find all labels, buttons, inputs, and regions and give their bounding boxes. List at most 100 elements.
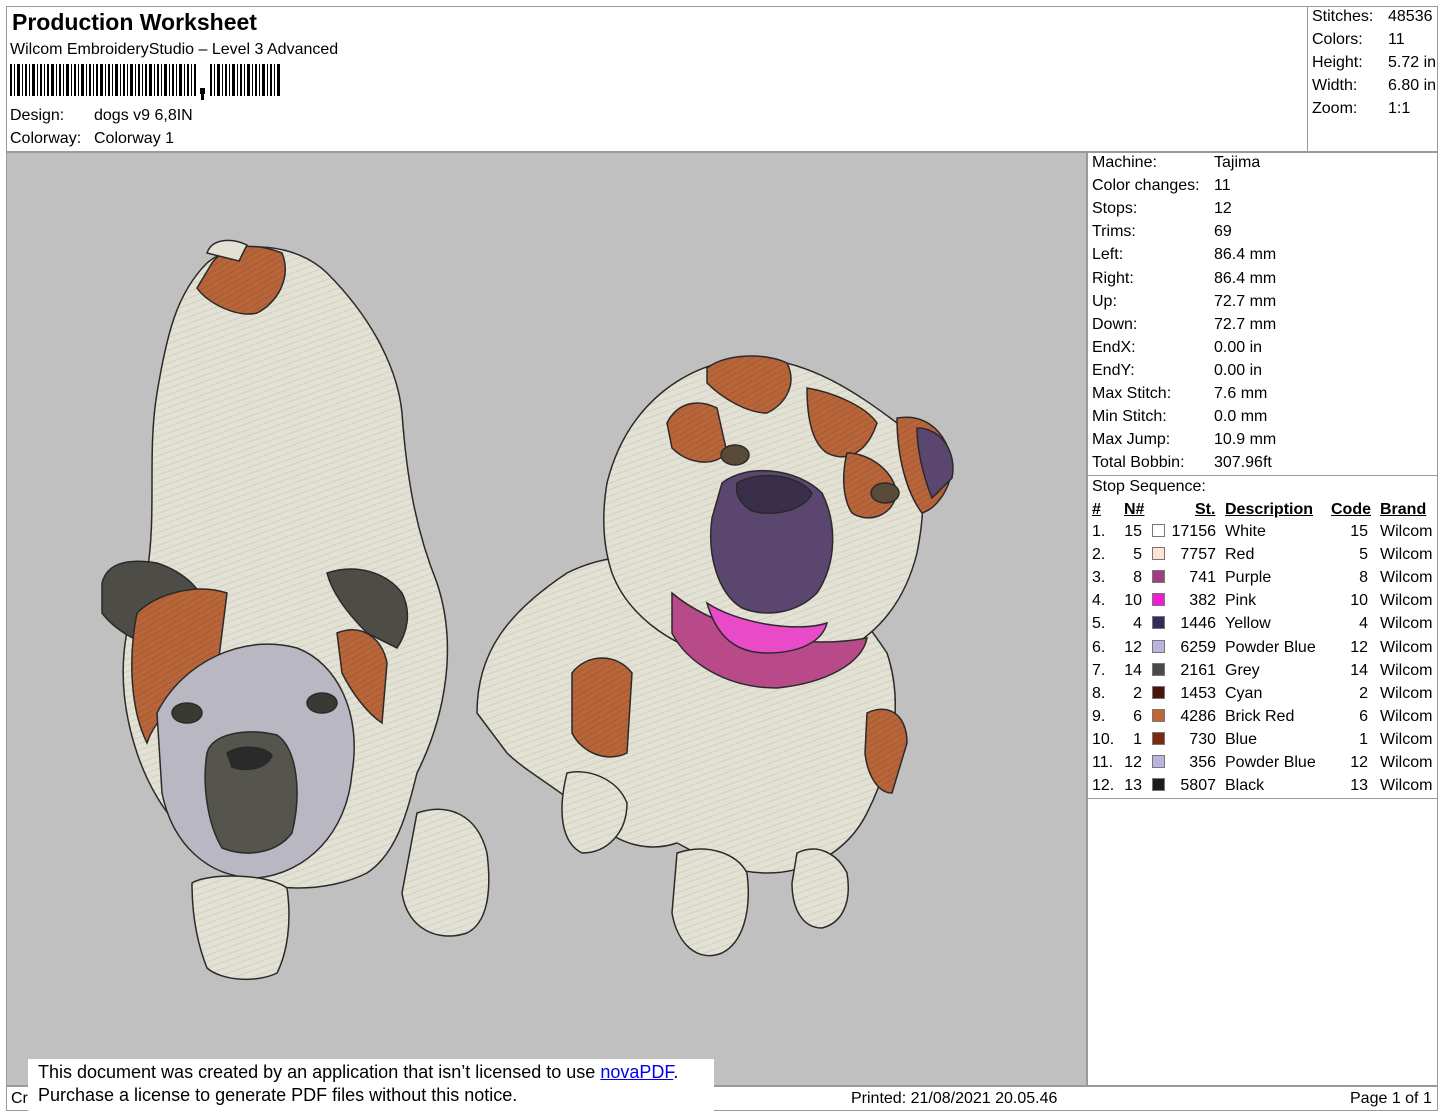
thread-description: Blue bbox=[1225, 730, 1258, 748]
thread-code: 4 bbox=[1359, 615, 1368, 633]
stitch-count: 4286 bbox=[1180, 707, 1216, 725]
info-value: 7.6 mm bbox=[1214, 385, 1268, 402]
info-label: Min Stitch: bbox=[1092, 408, 1167, 426]
thread-brand: Wilcom bbox=[1380, 592, 1433, 610]
machine-info-row: Trims: 69 bbox=[1092, 223, 1432, 241]
right-dog bbox=[476, 355, 954, 957]
stitch-count: 356 bbox=[1189, 754, 1216, 771]
seq-number: 3. bbox=[1092, 569, 1106, 587]
stitch-count: 7757 bbox=[1180, 546, 1216, 564]
stat-label: Zoom: bbox=[1312, 100, 1358, 117]
color-swatch bbox=[1152, 639, 1165, 653]
stitch-count: 1453 bbox=[1180, 684, 1216, 702]
color-swatch bbox=[1152, 593, 1165, 607]
thread-code: 15 bbox=[1350, 523, 1368, 540]
thread-brand: Wilcom bbox=[1380, 615, 1433, 633]
color-swatch bbox=[1152, 662, 1165, 676]
col-header-code: Code bbox=[1331, 501, 1371, 518]
notice-line-2: Purchase a license to generate PDF files… bbox=[38, 1085, 518, 1105]
info-value: 12 bbox=[1214, 200, 1232, 218]
thread-brand: Wilcom bbox=[1380, 569, 1433, 587]
needle-number: 2 bbox=[1133, 684, 1142, 702]
thread-description: Yellow bbox=[1225, 615, 1271, 633]
printed-date: Printed: 21/08/2021 20.05.46 bbox=[851, 1090, 1058, 1107]
needle-number: 8 bbox=[1133, 569, 1142, 587]
notice-line-1: This document was created by an applicat… bbox=[38, 1061, 704, 1084]
seq-number: 5. bbox=[1092, 615, 1106, 633]
thread-brand: Wilcom bbox=[1380, 777, 1433, 795]
thread-code: 13 bbox=[1350, 777, 1368, 795]
machine-info-row: Up: 72.7 mm bbox=[1092, 293, 1432, 311]
color-swatch bbox=[1152, 708, 1165, 722]
thread-brand: Wilcom bbox=[1380, 661, 1433, 679]
software-name: Wilcom EmbroideryStudio – Level 3 Advanc… bbox=[10, 41, 339, 58]
thread-description: Pink bbox=[1225, 592, 1257, 610]
color-swatch bbox=[1152, 685, 1165, 699]
machine-info-row: Down: 72.7 mm bbox=[1092, 316, 1432, 334]
thread-code: 12 bbox=[1350, 754, 1368, 771]
seq-number: 4. bbox=[1092, 592, 1106, 610]
stitch-count: 5807 bbox=[1180, 777, 1216, 795]
thread-description: White bbox=[1225, 523, 1266, 540]
info-value: 86.4 mm bbox=[1214, 269, 1277, 287]
footer-left-text: Cr bbox=[11, 1090, 28, 1107]
thread-brand: Wilcom bbox=[1380, 707, 1433, 725]
seq-number: 6. bbox=[1092, 638, 1106, 656]
col-header-brand: Brand bbox=[1380, 501, 1427, 518]
col-header-stitches: St. bbox=[1195, 501, 1216, 518]
seq-number: 7. bbox=[1092, 661, 1106, 679]
needle-number: 13 bbox=[1124, 777, 1142, 795]
stat-zoom: Zoom: 1:1 bbox=[1312, 100, 1437, 118]
col-header-description: Description bbox=[1225, 501, 1314, 518]
seq-number: 2. bbox=[1092, 546, 1106, 564]
stat-label: Colors: bbox=[1312, 31, 1363, 48]
design-row: Design: dogs v9 6,8IN bbox=[10, 107, 193, 125]
machine-info-row: Right: 86.4 mm bbox=[1092, 270, 1432, 288]
color-swatch bbox=[1152, 778, 1165, 792]
info-label: Color changes: bbox=[1092, 177, 1200, 195]
notice-text: This document was created by an applicat… bbox=[38, 1062, 601, 1082]
novapdf-link[interactable]: novaPDF bbox=[600, 1062, 673, 1082]
stat-height: Height: 5.72 in bbox=[1312, 54, 1437, 72]
machine-info-panel: Machine: Tajima Color changes: 11 Stops: 12 Tr… bbox=[1087, 152, 1438, 1086]
info-label: Left: bbox=[1092, 246, 1124, 264]
seq-number: 8. bbox=[1092, 684, 1106, 702]
notice-text: . bbox=[673, 1062, 679, 1082]
design-value: dogs v9 6,8IN bbox=[94, 107, 193, 124]
stop-sequence-title: Stop Sequence: bbox=[1092, 478, 1206, 495]
stat-value: 6.80 in bbox=[1388, 77, 1437, 94]
thread-brand: Wilcom bbox=[1380, 638, 1433, 656]
thread-description: Grey bbox=[1225, 661, 1260, 679]
needle-number: 5 bbox=[1133, 546, 1142, 564]
thread-brand: Wilcom bbox=[1380, 523, 1433, 540]
machine-info-row: Machine: Tajima bbox=[1092, 154, 1432, 172]
thread-brand: Wilcom bbox=[1380, 684, 1433, 702]
needle-number: 4 bbox=[1133, 615, 1142, 633]
machine-info-row: Max Jump: 10.9 mm bbox=[1092, 431, 1432, 449]
machine-info-row: Max Stitch: 7.6 mm bbox=[1092, 385, 1432, 403]
machine-info-row: EndX: 0.00 in bbox=[1092, 339, 1432, 357]
design-label: Design: bbox=[10, 107, 65, 124]
machine-info-row: Min Stitch: 0.0 mm bbox=[1092, 408, 1432, 426]
info-value: 0.0 mm bbox=[1214, 408, 1268, 426]
machine-info-row: Left: 86.4 mm bbox=[1092, 246, 1432, 264]
colorway-label: Colorway: bbox=[10, 130, 82, 147]
design-preview bbox=[6, 152, 1087, 1086]
stat-colors: Colors: 11 bbox=[1312, 31, 1437, 49]
seq-number: 9. bbox=[1092, 707, 1106, 725]
info-label: Max Jump: bbox=[1092, 431, 1171, 449]
stitch-count: 741 bbox=[1189, 569, 1216, 587]
needle-number: 6 bbox=[1133, 707, 1142, 725]
info-value: 72.7 mm bbox=[1214, 292, 1277, 310]
seq-number: 10. bbox=[1092, 730, 1115, 748]
stat-label: Stitches: bbox=[1312, 8, 1374, 25]
info-label: Right: bbox=[1092, 269, 1134, 287]
stitch-count: 382 bbox=[1189, 592, 1216, 610]
machine-info-row: Total Bobbin: 307.96ft bbox=[1092, 454, 1432, 472]
stat-value: 11 bbox=[1388, 31, 1405, 48]
color-swatch bbox=[1152, 616, 1165, 630]
info-label: EndY: bbox=[1092, 361, 1135, 379]
thread-code: 8 bbox=[1359, 569, 1368, 587]
info-label: Max Stitch: bbox=[1092, 385, 1172, 402]
page-title: Production Worksheet bbox=[12, 9, 257, 35]
